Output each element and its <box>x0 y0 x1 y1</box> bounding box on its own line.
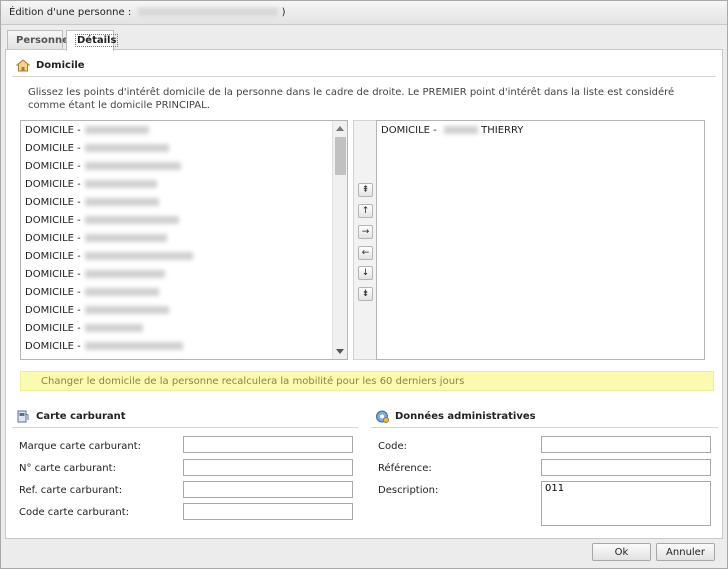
list-item[interactable]: DOMICILE - <box>21 157 347 175</box>
list-item-label: DOMICILE - <box>25 161 81 172</box>
list-item[interactable]: DOMICILE - <box>21 265 347 283</box>
redacted-name <box>84 288 159 296</box>
dialog-title: Édition d'une personne : <box>9 7 132 18</box>
list-item[interactable]: DOMICILE - <box>21 193 347 211</box>
list-item-label: DOMICILE - <box>25 215 81 226</box>
redacted-name <box>84 252 193 260</box>
scroll-up-icon[interactable] <box>336 126 344 131</box>
house-icon <box>16 59 30 72</box>
numero-carte-input[interactable] <box>183 459 353 476</box>
list-item[interactable]: DOMICILE - <box>21 337 347 355</box>
list-item[interactable]: DOMICILE - <box>21 247 347 265</box>
fuel-card-icon <box>17 410 29 423</box>
list-item[interactable]: DOMICILE - <box>21 229 347 247</box>
admin-data-icon <box>376 410 389 423</box>
code-label: Code: <box>378 441 407 452</box>
move-buttons-panel: ⇞ ↑ → ← ↓ ⇟ <box>353 120 377 360</box>
domicile-header: Domicile <box>12 55 716 77</box>
mobility-notice: Changer le domicile de la personne recal… <box>20 371 714 391</box>
redacted-name <box>84 198 159 206</box>
tab-personne-label: Personne <box>16 35 69 46</box>
list-item[interactable]: DOMICILE - <box>21 301 347 319</box>
redacted-name <box>84 270 165 278</box>
description-textarea[interactable]: 011 <box>541 481 711 526</box>
ref-carte-input[interactable] <box>183 481 353 498</box>
available-items-container: DOMICILE - DOMICILE - DOMICILE - DOMICILE -… <box>21 121 347 355</box>
marque-carte-input[interactable] <box>183 436 353 453</box>
list-item-label: DOMICILE - <box>25 179 81 190</box>
available-domiciles-list[interactable]: DOMICILE - DOMICILE - DOMICILE - DOMICILE -… <box>20 120 348 360</box>
list-item-label: DOMICILE - <box>25 233 81 244</box>
description-label: Description: <box>378 485 439 496</box>
move-up-button[interactable]: ↑ <box>358 204 373 218</box>
list-item-label: DOMICILE - <box>25 341 81 352</box>
move-left-button[interactable]: ← <box>358 246 373 260</box>
list-item[interactable]: DOMICILE - <box>21 175 347 193</box>
code-input[interactable] <box>541 436 711 453</box>
move-down-button[interactable]: ↓ <box>358 266 373 280</box>
dialog-title-suffix: ) <box>281 7 286 18</box>
domicile-header-label: Domicile <box>36 60 85 71</box>
dialog-titlebar: Édition d'une personne : ) <box>1 1 727 25</box>
ref-carte-label: Ref. carte carburant: <box>19 485 123 496</box>
move-right-button[interactable]: → <box>358 225 373 239</box>
numero-carte-label: N° carte carburant: <box>19 463 116 474</box>
list-item-label: DOMICILE - <box>25 143 81 154</box>
carte-carburant-header: Carte carburant <box>12 406 358 428</box>
marque-carte-label: Marque carte carburant: <box>19 441 141 452</box>
reference-label: Référence: <box>378 463 432 474</box>
redacted-name <box>84 234 167 242</box>
redacted-name <box>84 180 157 188</box>
list-item[interactable]: DOMICILE - <box>21 121 347 139</box>
selected-item-name: THIERRY <box>481 125 524 136</box>
list-item-label: DOMICILE - <box>25 125 81 136</box>
tab-details[interactable]: Détails <box>66 30 119 51</box>
list-item-label: DOMICILE - <box>25 287 81 298</box>
list-item-label: DOMICILE - <box>25 251 81 262</box>
edit-person-dialog: Édition d'une personne : ) Personne Déta… <box>0 0 728 569</box>
redacted-name <box>84 126 149 134</box>
carte-carburant-header-label: Carte carburant <box>36 411 126 422</box>
move-bottom-button[interactable]: ⇟ <box>358 287 373 301</box>
tab-personne[interactable]: Personne <box>7 30 69 50</box>
selected-item-prefix: DOMICILE - <box>381 125 437 136</box>
selected-domiciles-list[interactable]: DOMICILE - THIERRY <box>376 120 705 360</box>
code-carte-input[interactable] <box>183 503 353 520</box>
redacted-name <box>84 162 181 170</box>
scroll-thumb[interactable] <box>335 137 346 175</box>
list-item[interactable]: DOMICILE - <box>21 283 347 301</box>
cancel-button[interactable]: Annuler <box>656 543 715 561</box>
list-item-label: DOMICILE - <box>25 305 81 316</box>
list-scrollbar[interactable] <box>332 121 347 359</box>
tab-details-label: Détails <box>75 34 119 47</box>
reference-input[interactable] <box>541 459 711 476</box>
move-top-button[interactable]: ⇞ <box>358 183 373 197</box>
code-carte-label: Code carte carburant: <box>19 507 130 518</box>
donnees-admin-header: Données administratives <box>371 406 718 428</box>
redacted-name <box>84 144 169 152</box>
scroll-down-icon[interactable] <box>336 349 344 354</box>
domicile-description: Glissez les points d'intérêt domicile de… <box>28 87 675 111</box>
selected-list-item[interactable]: DOMICILE - THIERRY <box>377 121 704 139</box>
redacted-name <box>84 306 169 314</box>
redacted-name <box>443 126 478 134</box>
list-item-label: DOMICILE - <box>25 323 81 334</box>
list-item-label: DOMICILE - <box>25 197 81 208</box>
ok-button[interactable]: Ok <box>592 543 651 561</box>
list-item[interactable]: DOMICILE - <box>21 211 347 229</box>
redacted-name <box>84 216 179 224</box>
list-item-label: DOMICILE - <box>25 269 81 280</box>
redacted-name <box>84 324 143 332</box>
list-item[interactable]: DOMICILE - <box>21 319 347 337</box>
details-panel: Domicile Glissez les points d'intérêt do… <box>5 49 723 539</box>
redacted-name <box>84 342 183 350</box>
list-item[interactable]: DOMICILE - <box>21 139 347 157</box>
person-name-redacted <box>138 8 279 16</box>
donnees-admin-header-label: Données administratives <box>395 411 536 422</box>
